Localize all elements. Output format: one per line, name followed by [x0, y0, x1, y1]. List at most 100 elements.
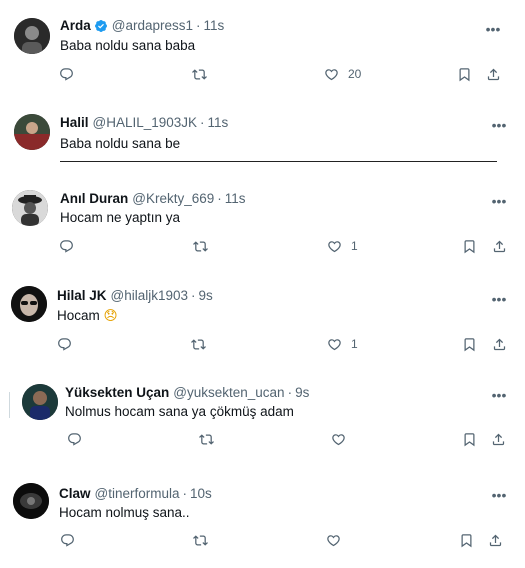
retweet-button[interactable]	[199, 431, 214, 447]
display-name[interactable]: Halil	[60, 115, 89, 130]
avatar[interactable]	[14, 18, 50, 54]
share-icon	[492, 337, 507, 352]
username[interactable]: @tinerformula	[95, 486, 180, 501]
bookmark-icon	[462, 432, 477, 447]
share-button[interactable]	[492, 336, 507, 352]
like-icon	[327, 239, 342, 254]
like-icon	[331, 432, 346, 447]
retweet-button[interactable]	[193, 532, 208, 548]
display-name[interactable]: Anıl Duran	[60, 191, 128, 206]
divider	[60, 161, 497, 162]
display-name[interactable]: Hilal JK	[57, 288, 107, 303]
display-name[interactable]: Claw	[59, 486, 91, 501]
separator-dot: ·	[196, 18, 201, 33]
share-icon	[486, 67, 501, 82]
tweet-header: Anıl Duran @Krekty_669 · 11s	[60, 191, 246, 206]
timestamp[interactable]: 9s	[295, 385, 309, 400]
reply-button[interactable]	[59, 66, 74, 82]
reply-button[interactable]	[67, 431, 82, 447]
bookmark-button[interactable]	[462, 238, 477, 254]
tweet-header: Yüksekten Uçan @yuksekten_ucan · 9s	[65, 385, 309, 400]
username[interactable]: @hilaljk1903	[111, 288, 189, 303]
reply-icon	[57, 337, 72, 352]
reply-icon	[59, 239, 74, 254]
like-icon	[324, 67, 339, 82]
share-button[interactable]	[492, 238, 507, 254]
bookmark-icon	[459, 533, 474, 548]
reply-icon	[67, 432, 82, 447]
more-icon[interactable]: •••	[490, 488, 508, 504]
username[interactable]: @HALIL_1903JK	[93, 115, 198, 130]
retweet-button[interactable]	[192, 66, 207, 82]
like-count: 1	[351, 337, 358, 351]
separator-dot: ·	[200, 115, 205, 130]
avatar[interactable]	[12, 190, 48, 226]
tweet-header: Arda @ardapress1 · 11s	[60, 18, 224, 33]
reply-icon	[59, 67, 74, 82]
timestamp[interactable]: 11s	[208, 115, 229, 130]
reply-button[interactable]	[60, 532, 75, 548]
tweet: Yüksekten Uçan @yuksekten_ucan · 9s ••• …	[0, 370, 525, 460]
reply-button[interactable]	[59, 238, 74, 254]
retweet-icon	[199, 432, 214, 447]
tweet-text: Nolmus hocam sana ya çökmüş adam	[65, 404, 294, 419]
more-icon[interactable]: •••	[484, 22, 502, 38]
timestamp[interactable]: 10s	[190, 486, 212, 501]
bookmark-button[interactable]	[462, 431, 477, 447]
bookmark-button[interactable]	[457, 66, 472, 82]
more-icon[interactable]: •••	[490, 388, 508, 404]
retweet-icon	[193, 533, 208, 548]
username[interactable]: @ardapress1	[112, 18, 193, 33]
username[interactable]: @yuksekten_ucan	[173, 385, 284, 400]
separator-dot: ·	[287, 385, 293, 400]
avatar[interactable]	[14, 114, 50, 150]
timestamp[interactable]: 9s	[199, 288, 213, 303]
separator-dot: ·	[182, 486, 188, 501]
bookmark-button[interactable]	[462, 336, 477, 352]
share-button[interactable]	[488, 532, 503, 548]
tweet: Hilal JK @hilaljk1903 · 9s ••• Hocam 😞 1	[0, 274, 525, 369]
reply-button[interactable]	[57, 336, 72, 352]
tweet: Claw @tinerformula · 10s ••• Hocam nolmu…	[0, 470, 525, 568]
retweet-icon	[193, 239, 208, 254]
avatar[interactable]	[11, 286, 47, 322]
display-name[interactable]: Arda	[60, 18, 91, 33]
disappointed-face-emoji: 😞	[103, 308, 118, 323]
like-button[interactable]: 1	[327, 238, 358, 254]
like-button[interactable]: 1	[327, 336, 358, 352]
share-icon	[492, 239, 507, 254]
share-button[interactable]	[486, 66, 501, 82]
like-button[interactable]	[331, 431, 346, 447]
tweet-text-content: Hocam	[57, 308, 100, 323]
tweet: Arda @ardapress1 · 11s ••• Baba noldu sa…	[0, 0, 525, 100]
like-button[interactable]	[326, 532, 341, 548]
timestamp[interactable]: 11s	[204, 18, 225, 33]
like-count: 20	[348, 67, 362, 81]
share-button[interactable]	[491, 431, 506, 447]
tweet-header: Hilal JK @hilaljk1903 · 9s	[57, 288, 213, 303]
username[interactable]: @Krekty_669	[132, 191, 214, 206]
avatar[interactable]	[13, 483, 49, 519]
share-icon	[491, 432, 506, 447]
display-name[interactable]: Yüksekten Uçan	[65, 385, 169, 400]
retweet-icon	[192, 67, 207, 82]
like-button[interactable]: 20	[324, 66, 361, 82]
share-icon	[488, 533, 503, 548]
retweet-button[interactable]	[193, 238, 208, 254]
bookmark-button[interactable]	[459, 532, 474, 548]
verified-badge-icon	[94, 19, 108, 33]
bookmark-icon	[462, 337, 477, 352]
timestamp[interactable]: 11s	[225, 191, 246, 206]
retweet-button[interactable]	[191, 336, 206, 352]
like-count: 1	[351, 239, 358, 253]
tweet-text: Hocam nolmuş sana..	[59, 505, 190, 520]
tweet-text: Hocam ne yaptın ya	[60, 210, 181, 225]
avatar[interactable]	[22, 384, 58, 420]
more-icon[interactable]: •••	[490, 292, 508, 308]
reply-icon	[60, 533, 75, 548]
more-icon[interactable]: •••	[490, 118, 508, 134]
separator-dot: ·	[191, 288, 196, 303]
tweet-text: Baba noldu sana baba	[60, 38, 196, 53]
bookmark-icon	[462, 239, 477, 254]
more-icon[interactable]: •••	[490, 194, 508, 210]
